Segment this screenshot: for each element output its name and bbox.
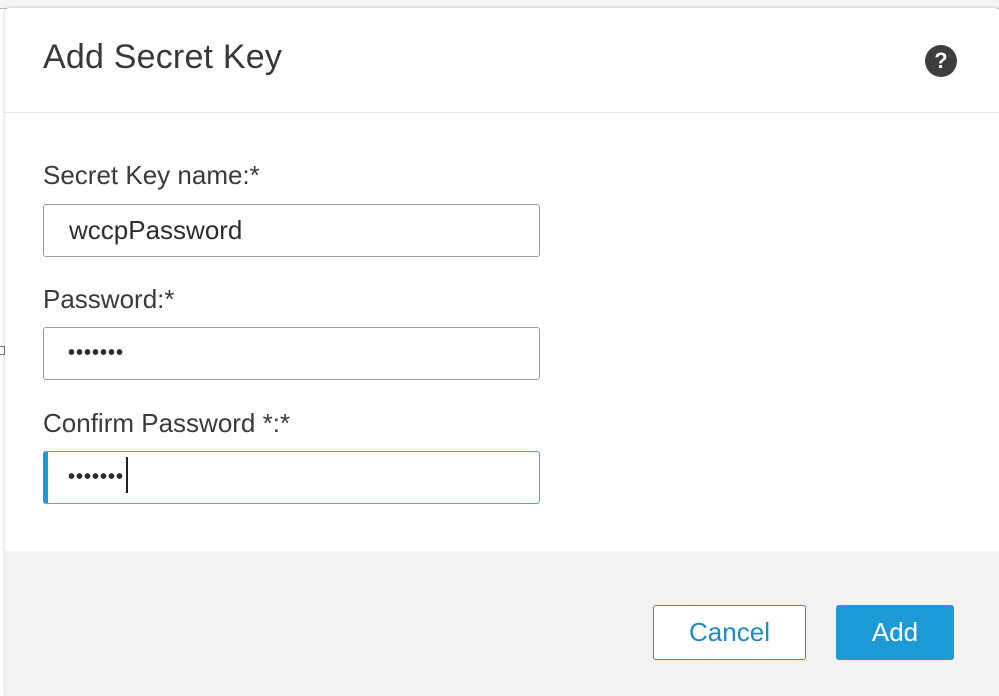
help-icon[interactable]: ? xyxy=(925,45,957,77)
add-button[interactable]: Add xyxy=(836,605,954,660)
password-label: Password:* xyxy=(43,284,175,314)
add-secret-key-dialog: Add Secret Key ? Secret Key name:* wccpP… xyxy=(5,8,999,696)
dialog-body: Secret Key name:* wccpPassword Password:… xyxy=(5,113,999,551)
dialog-title: Add Secret Key xyxy=(43,38,283,76)
dialog-header: Add Secret Key ? xyxy=(5,8,999,113)
confirm-password-input[interactable]: ••••••• xyxy=(43,451,540,504)
secret-key-name-label: Secret Key name:* xyxy=(43,160,260,190)
cancel-button[interactable]: Cancel xyxy=(653,605,806,660)
confirm-password-label: Confirm Password *:* xyxy=(43,408,291,438)
text-caret xyxy=(126,456,129,493)
password-input[interactable]: ••••••• xyxy=(43,327,540,380)
dialog-footer: Cancel Add xyxy=(5,551,999,696)
confirm-password-value: ••••••• xyxy=(68,466,125,488)
backdrop: Add Secret Key ? Secret Key name:* wccpP… xyxy=(0,0,999,696)
secret-key-name-input[interactable]: wccpPassword xyxy=(43,204,540,257)
